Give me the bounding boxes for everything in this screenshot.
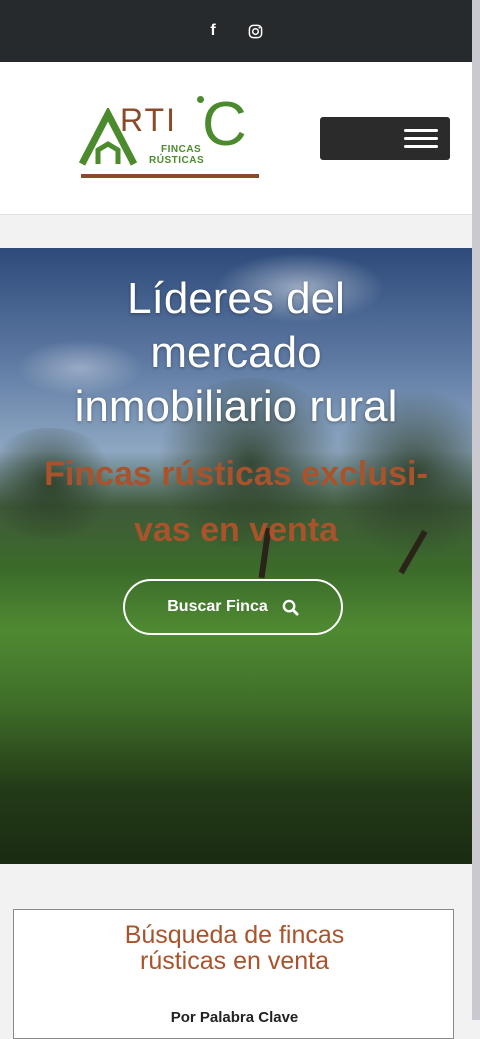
facebook-glyph: f (210, 22, 216, 39)
instagram-icon[interactable] (245, 21, 265, 41)
keyword-label: Por Palabra Clave (170, 1009, 299, 1026)
hero-title-line: mercado (150, 328, 322, 377)
hamburger-icon-bar (404, 137, 438, 140)
logo-line1: FINCAS (161, 144, 202, 155)
hero-subtitle-line: Fincas rústicas exclusi- (44, 455, 428, 493)
logo-line2: RÚSTICAS (149, 155, 205, 166)
hero-subtitle: Fincas rústicas exclusi- vas en venta (10, 446, 462, 558)
instagram-glyph (248, 24, 262, 38)
artic-logo[interactable]: RTI C FINCAS RÚSTICAS (78, 90, 263, 182)
menu-button[interactable] (320, 117, 450, 160)
logo-big-letter: C (202, 90, 247, 159)
hero-title: Líderes del mercado inmobiliario rural (0, 272, 472, 434)
top-bar: f (0, 0, 472, 62)
search-panel-title-line: Búsqueda de fincas (124, 921, 345, 949)
search-property-label: Buscar Finca (167, 598, 268, 615)
hero-title-line: inmobiliario rural (74, 382, 398, 431)
search-icon (282, 599, 299, 616)
hamburger-icon (404, 129, 438, 132)
hero-banner: Líderes del mercado inmobiliario rural F… (0, 248, 472, 864)
hero-subtitle-line: vas en venta (133, 511, 339, 549)
search-property-button[interactable]: Buscar Finca (123, 579, 343, 635)
search-panel-title: Búsqueda de fincas rústicas en venta (14, 922, 455, 974)
page-scrollbar[interactable] (472, 0, 480, 1020)
hero-title-line: Líderes del (127, 274, 345, 323)
search-panel-title-line: rústicas en venta (140, 947, 329, 975)
logo-letters: RTI (120, 102, 177, 138)
hamburger-icon-bar (404, 145, 438, 148)
site-header: RTI C FINCAS RÚSTICAS (0, 62, 472, 215)
logo-underline (81, 174, 259, 178)
facebook-icon[interactable]: f (203, 21, 223, 41)
